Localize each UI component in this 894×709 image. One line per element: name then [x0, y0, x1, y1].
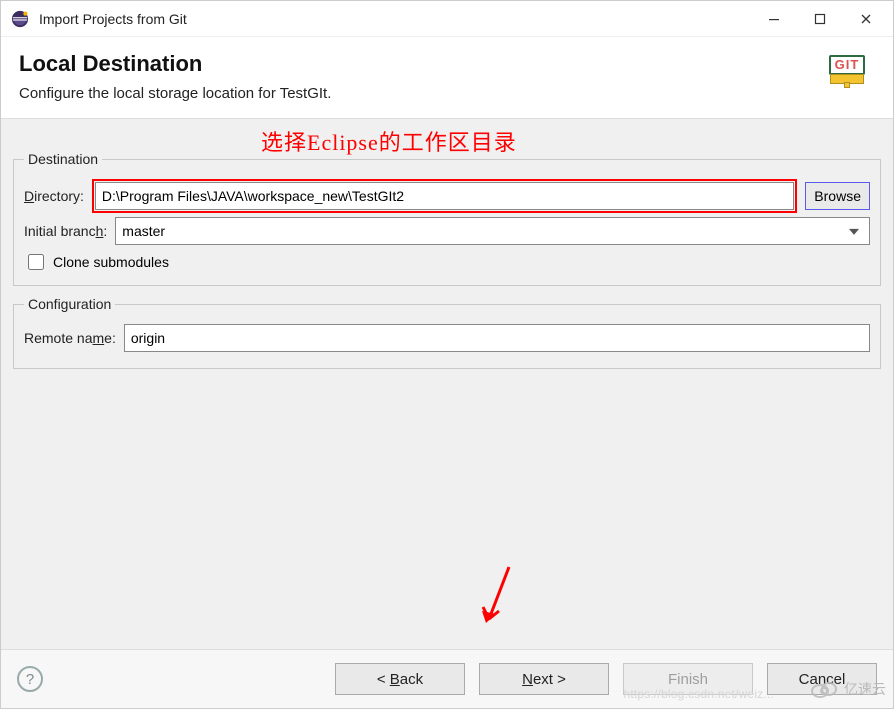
directory-highlight	[92, 179, 797, 213]
titlebar: Import Projects from Git	[1, 1, 893, 37]
clone-submodules-label: Clone submodules	[53, 254, 169, 270]
cancel-button[interactable]: Cancel	[767, 663, 877, 695]
minimize-button[interactable]	[751, 4, 797, 34]
remote-name-label: Remote name:	[24, 330, 116, 346]
configuration-legend: Configuration	[24, 296, 115, 312]
dialog-footer: ? < Back Next > Finish Cancel https://bl…	[1, 650, 893, 708]
directory-label: Directory:	[24, 188, 84, 204]
destination-legend: Destination	[24, 151, 102, 167]
directory-row: Directory: Browse	[24, 179, 870, 213]
clone-submodules-checkbox[interactable]	[28, 254, 44, 270]
eclipse-icon	[11, 10, 29, 28]
initial-branch-row: Initial branch: master	[24, 217, 870, 245]
directory-input[interactable]	[95, 182, 794, 210]
configuration-group: Configuration Remote name:	[13, 296, 881, 369]
git-badge-text: GIT	[829, 55, 866, 75]
initial-branch-value: master	[122, 223, 165, 239]
initial-branch-select[interactable]: master	[115, 217, 870, 245]
page-subtitle: Configure the local storage location for…	[19, 85, 821, 102]
initial-branch-label: Initial branch:	[24, 223, 107, 239]
annotation-arrow-icon	[461, 561, 521, 641]
page-title: Local Destination	[19, 51, 821, 77]
close-button[interactable]	[843, 4, 889, 34]
remote-name-row: Remote name:	[24, 324, 870, 352]
destination-group: Destination Directory: Browse Initial br…	[13, 151, 881, 286]
remote-name-input[interactable]	[124, 324, 870, 352]
browse-button[interactable]: Browse	[805, 182, 870, 210]
finish-button: Finish	[623, 663, 753, 695]
dialog-content: 选择Eclipse的工作区目录 Destination Directory: B…	[1, 118, 893, 650]
window-controls	[751, 4, 889, 34]
git-logo-icon: GIT	[821, 55, 873, 95]
dialog-header: Local Destination Configure the local st…	[1, 37, 893, 118]
maximize-button[interactable]	[797, 4, 843, 34]
help-icon[interactable]: ?	[17, 666, 43, 692]
clone-submodules-row: Clone submodules	[24, 251, 870, 273]
window-title: Import Projects from Git	[39, 11, 751, 27]
next-button[interactable]: Next >	[479, 663, 609, 695]
back-button[interactable]: < Back	[335, 663, 465, 695]
